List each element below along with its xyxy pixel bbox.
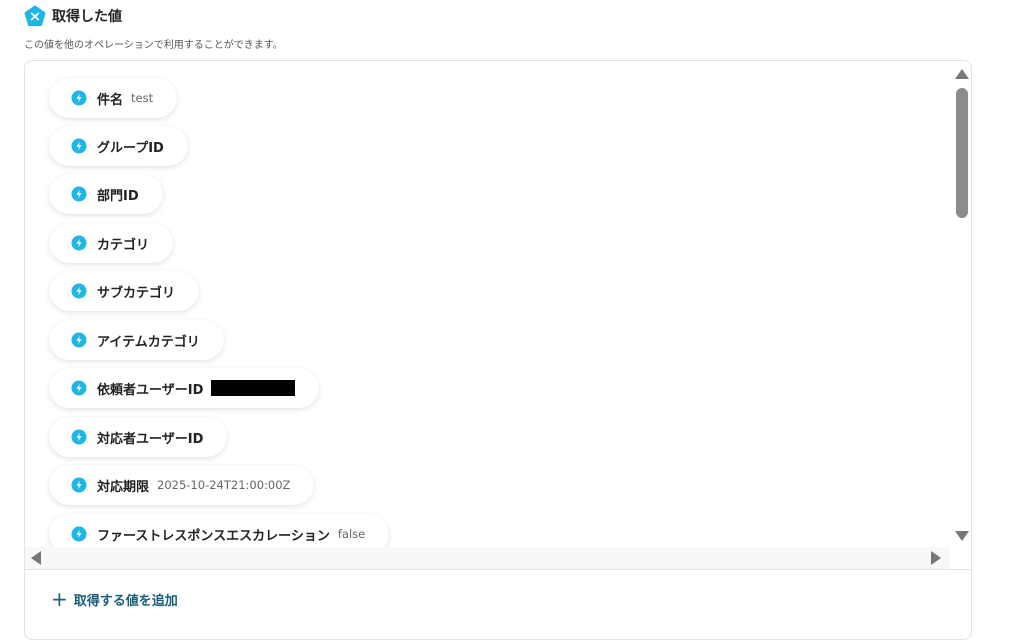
lightning-bolt-icon (71, 526, 87, 542)
values-panel: 件名 test グループID 部門ID カテゴリ サブカテゴリ アイテムカテゴリ… (24, 60, 972, 640)
item-value: false (337, 527, 366, 541)
lightning-bolt-icon (71, 186, 87, 202)
item-label: 依頼者ユーザーID (97, 382, 204, 398)
item-label: 部門ID (97, 188, 139, 204)
value-chip-subject[interactable]: 件名 test (49, 78, 178, 118)
scroll-up-arrow-icon[interactable] (955, 69, 969, 79)
lightning-bolt-icon (71, 235, 87, 251)
values-list[interactable]: 件名 test グループID 部門ID カテゴリ サブカテゴリ アイテムカテゴリ… (25, 61, 950, 547)
vertical-scroll-thumb[interactable] (956, 88, 968, 218)
value-chip-category[interactable]: カテゴリ (49, 223, 174, 263)
value-chip-department-id[interactable]: 部門ID (49, 174, 163, 214)
value-chip-due-date[interactable]: 対応期限 2025-10-24T21:00:00Z (49, 465, 315, 505)
divider (25, 569, 971, 570)
scroll-right-arrow-icon[interactable] (931, 551, 941, 565)
item-label: ファーストレスポンスエスカレーション (97, 528, 330, 544)
redacted-value (211, 380, 296, 396)
item-label: 対応者ユーザーID (97, 431, 204, 447)
horizontal-scrollbar[interactable] (25, 547, 950, 569)
lightning-bolt-icon (71, 90, 87, 106)
item-label: カテゴリ (97, 237, 150, 253)
lightning-bolt-icon (71, 429, 87, 445)
item-label: サブカテゴリ (97, 285, 176, 301)
item-label: 対応期限 (97, 479, 150, 495)
vertical-scrollbar[interactable] (951, 61, 973, 547)
lightning-bolt-icon (71, 283, 87, 299)
value-chip-assignee-user-id[interactable]: 対応者ユーザーID (49, 417, 228, 457)
lightning-bolt-icon (71, 380, 87, 396)
item-label: 件名 (97, 92, 124, 108)
value-chip-subcategory[interactable]: サブカテゴリ (49, 271, 200, 311)
lightning-bolt-icon (71, 477, 87, 493)
add-value-label: 取得する値を追加 (73, 593, 178, 609)
pentagon-x-icon (24, 5, 46, 26)
section-description: この値を他のオペレーションで利用することができます。 (24, 40, 283, 51)
value-chip-item-category[interactable]: アイテムカテゴリ (49, 320, 224, 360)
item-value: 2025-10-24T21:00:00Z (157, 478, 291, 492)
value-chip-group-id[interactable]: グループID (49, 126, 188, 166)
add-value-button[interactable]: + 取得する値を追加 (51, 589, 178, 609)
section-header: 取得した値 (24, 5, 122, 27)
plus-icon: + (51, 587, 68, 611)
item-label: グループID (97, 140, 164, 156)
lightning-bolt-icon (71, 138, 87, 154)
lightning-bolt-icon (71, 332, 87, 348)
item-value: test (131, 91, 154, 105)
scroll-down-arrow-icon[interactable] (955, 531, 969, 541)
section-title: 取得した値 (52, 9, 122, 25)
value-chip-requester-user-id[interactable]: 依頼者ユーザーID (49, 368, 320, 408)
value-chip-first-response-escalation[interactable]: ファーストレスポンスエスカレーション false (49, 514, 390, 547)
scroll-left-arrow-icon[interactable] (31, 551, 41, 565)
item-label: アイテムカテゴリ (97, 334, 200, 350)
